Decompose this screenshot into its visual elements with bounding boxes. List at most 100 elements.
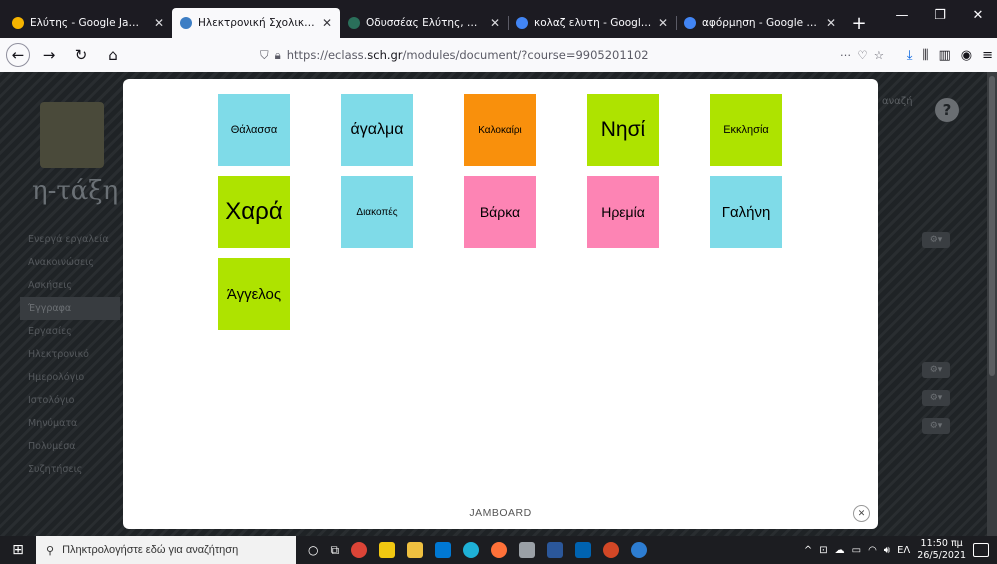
firefox-icon[interactable]: [491, 542, 508, 558]
sidebar-item[interactable]: Ιστολόγιο: [20, 389, 120, 412]
taskbar-search-box[interactable]: ⚲ Πληκτρολογήστε εδώ για αναζήτηση: [36, 536, 296, 564]
close-window-icon[interactable]: ✕: [959, 0, 997, 30]
forward-arrow-icon[interactable]: →: [36, 42, 62, 68]
store-icon[interactable]: [379, 542, 396, 558]
outlook-icon[interactable]: [435, 542, 452, 558]
sticky-note[interactable]: Εκκλησία: [710, 94, 782, 166]
clock-time: 11:50 πμ: [920, 538, 963, 549]
settings-gear-icon[interactable]: ⚙▾: [922, 418, 950, 434]
sidebar-item[interactable]: Ασκήσεις: [20, 274, 120, 297]
eclass-favicon-icon: [180, 17, 192, 29]
sidebar-item[interactable]: Ημερολόγιο: [20, 366, 120, 389]
sidebar-item[interactable]: Εργασίες: [20, 320, 120, 343]
new-tab-button[interactable]: +: [844, 8, 874, 38]
modal-footer-label: JAMBOARD: [469, 507, 532, 519]
sticky-note[interactable]: Χαρά: [218, 176, 290, 248]
pocket-icon[interactable]: ♡: [857, 48, 867, 62]
sticky-note[interactable]: Γαλήνη: [710, 176, 782, 248]
tab-title: Ηλεκτρονική Σχολική Τάξη | Ε: [198, 17, 316, 29]
sticky-note[interactable]: Βάρκα: [464, 176, 536, 248]
settings-gear-icon[interactable]: ⚙▾: [922, 390, 950, 406]
sidebar-item[interactable]: Μηνύματα: [20, 412, 120, 435]
volume-icon[interactable]: 🔊︎: [884, 545, 890, 556]
sidebar-item[interactable]: Ηλεκτρονικό: [20, 343, 120, 366]
close-tab-icon[interactable]: ✕: [658, 16, 668, 30]
page-actions-icon[interactable]: ⋯: [840, 48, 852, 62]
photos-icon[interactable]: [575, 542, 592, 558]
account-icon[interactable]: ◉: [961, 48, 972, 63]
toolbar-icons: ⤓ ⫼ ▥ ◉ ≡: [907, 48, 993, 63]
cortana-icon[interactable]: ○: [308, 543, 318, 557]
browser-tab[interactable]: Ελύτης - Google Jamboard ✕: [4, 8, 172, 38]
browser-tab-strip: Ελύτης - Google Jamboard ✕ Ηλεκτρονική Σ…: [0, 0, 997, 38]
library-icon[interactable]: ⫼: [922, 48, 928, 63]
close-tab-icon[interactable]: ✕: [322, 16, 332, 30]
sidebar-item[interactable]: Συζητήσεις: [20, 458, 120, 481]
settings-gear-icon[interactable]: ⚙▾: [922, 232, 950, 248]
sticky-note[interactable]: Άγγελος: [218, 258, 290, 330]
minimize-icon[interactable]: —: [883, 0, 921, 30]
sidebar-item-selected[interactable]: Έγγραφα: [20, 297, 120, 320]
url-bar[interactable]: ⛉ 🔒︎ https://eclass.sch.gr/modules/docum…: [252, 42, 892, 68]
windows-start-icon[interactable]: ⊞: [0, 536, 36, 564]
download-icon[interactable]: ⤓: [907, 48, 913, 63]
bookmark-star-icon[interactable]: ☆: [874, 48, 884, 62]
tray-app-icon[interactable]: ⊡: [819, 545, 827, 556]
file-explorer-icon[interactable]: [407, 542, 424, 558]
close-tab-icon[interactable]: ✕: [490, 16, 500, 30]
close-tab-icon[interactable]: ✕: [154, 16, 164, 30]
wifi-icon[interactable]: ◠: [868, 545, 877, 556]
search-label[interactable]: αναζή: [882, 96, 913, 107]
back-arrow-icon[interactable]: ←: [6, 43, 30, 67]
page-scrollbar[interactable]: [987, 72, 997, 536]
settings-gear-icon[interactable]: ⚙▾: [922, 362, 950, 378]
paint-icon[interactable]: [519, 542, 536, 558]
browser-tab[interactable]: Οδυσσέας Ελύτης, Ο ήλιος ο ✕: [340, 8, 508, 38]
onedrive-icon[interactable]: ☁: [835, 545, 845, 556]
taskbar-search-placeholder: Πληκτρολογήστε εδώ για αναζήτηση: [62, 544, 239, 556]
language-indicator[interactable]: ΕΛ: [897, 545, 910, 556]
menu-icon[interactable]: ≡: [982, 48, 993, 63]
help-app-icon[interactable]: [631, 542, 648, 558]
search-icon: ⚲: [46, 544, 55, 557]
notifications-icon[interactable]: [973, 543, 989, 557]
sticky-note[interactable]: Θάλασσα: [218, 94, 290, 166]
tray-chevron-icon[interactable]: ^: [804, 545, 812, 556]
sidebar-item[interactable]: Πολυμέσα: [20, 435, 120, 458]
eclass-logo-text: η-τάξη: [32, 176, 119, 206]
restore-icon[interactable]: ❐: [921, 0, 959, 30]
sticky-note[interactable]: Ηρεμία: [587, 176, 659, 248]
eclass-logo-icon: [40, 102, 104, 168]
battery-icon[interactable]: ▭: [852, 545, 861, 556]
close-modal-icon[interactable]: ✕: [853, 505, 870, 522]
tab-title: κολαζ ελυτη - Google Search: [534, 17, 652, 29]
edge-icon[interactable]: [463, 542, 480, 558]
eclass-sidebar: η-τάξη Ενεργά εργαλεία Ανακοινώσεις Ασκή…: [20, 92, 120, 481]
browser-tab-active[interactable]: Ηλεκτρονική Σχολική Τάξη | Ε ✕: [172, 8, 340, 38]
sidebar-item[interactable]: Ενεργά εργαλεία: [20, 228, 120, 251]
window-controls: — ❐ ✕: [883, 0, 997, 30]
sticky-note[interactable]: Διακοπές: [341, 176, 413, 248]
sidebar-item[interactable]: Ανακοινώσεις: [20, 251, 120, 274]
help-icon[interactable]: ?: [935, 98, 959, 122]
powerpoint-icon[interactable]: [603, 542, 620, 558]
google-favicon-icon: [684, 17, 696, 29]
chrome-icon[interactable]: [351, 542, 368, 558]
browser-tab[interactable]: αφόρμηση - Google Search ✕: [676, 8, 844, 38]
browser-tab[interactable]: κολαζ ελυτη - Google Search ✕: [508, 8, 676, 38]
sidebar-icon[interactable]: ▥: [938, 48, 950, 63]
url-text[interactable]: https://eclass.sch.gr/modules/document/?…: [287, 48, 834, 62]
reload-icon[interactable]: ↻: [68, 42, 94, 68]
windows-taskbar: ⊞ ⚲ Πληκτρολογήστε εδώ για αναζήτηση ○ ⧉…: [0, 536, 997, 564]
word-icon[interactable]: [547, 542, 564, 558]
shield-icon[interactable]: ⛉: [260, 48, 269, 63]
taskbar-pinned-apps: ○ ⧉: [308, 542, 648, 558]
lock-icon[interactable]: 🔒︎: [275, 48, 281, 63]
taskbar-clock[interactable]: 11:50 πμ 26/5/2021: [917, 538, 966, 562]
task-view-icon[interactable]: ⧉: [330, 543, 339, 558]
close-tab-icon[interactable]: ✕: [826, 16, 836, 30]
sticky-note[interactable]: Καλοκαίρι: [464, 94, 536, 166]
home-icon[interactable]: ⌂: [100, 42, 126, 68]
sticky-note[interactable]: άγαλμα: [341, 94, 413, 166]
sticky-note[interactable]: Νησί: [587, 94, 659, 166]
